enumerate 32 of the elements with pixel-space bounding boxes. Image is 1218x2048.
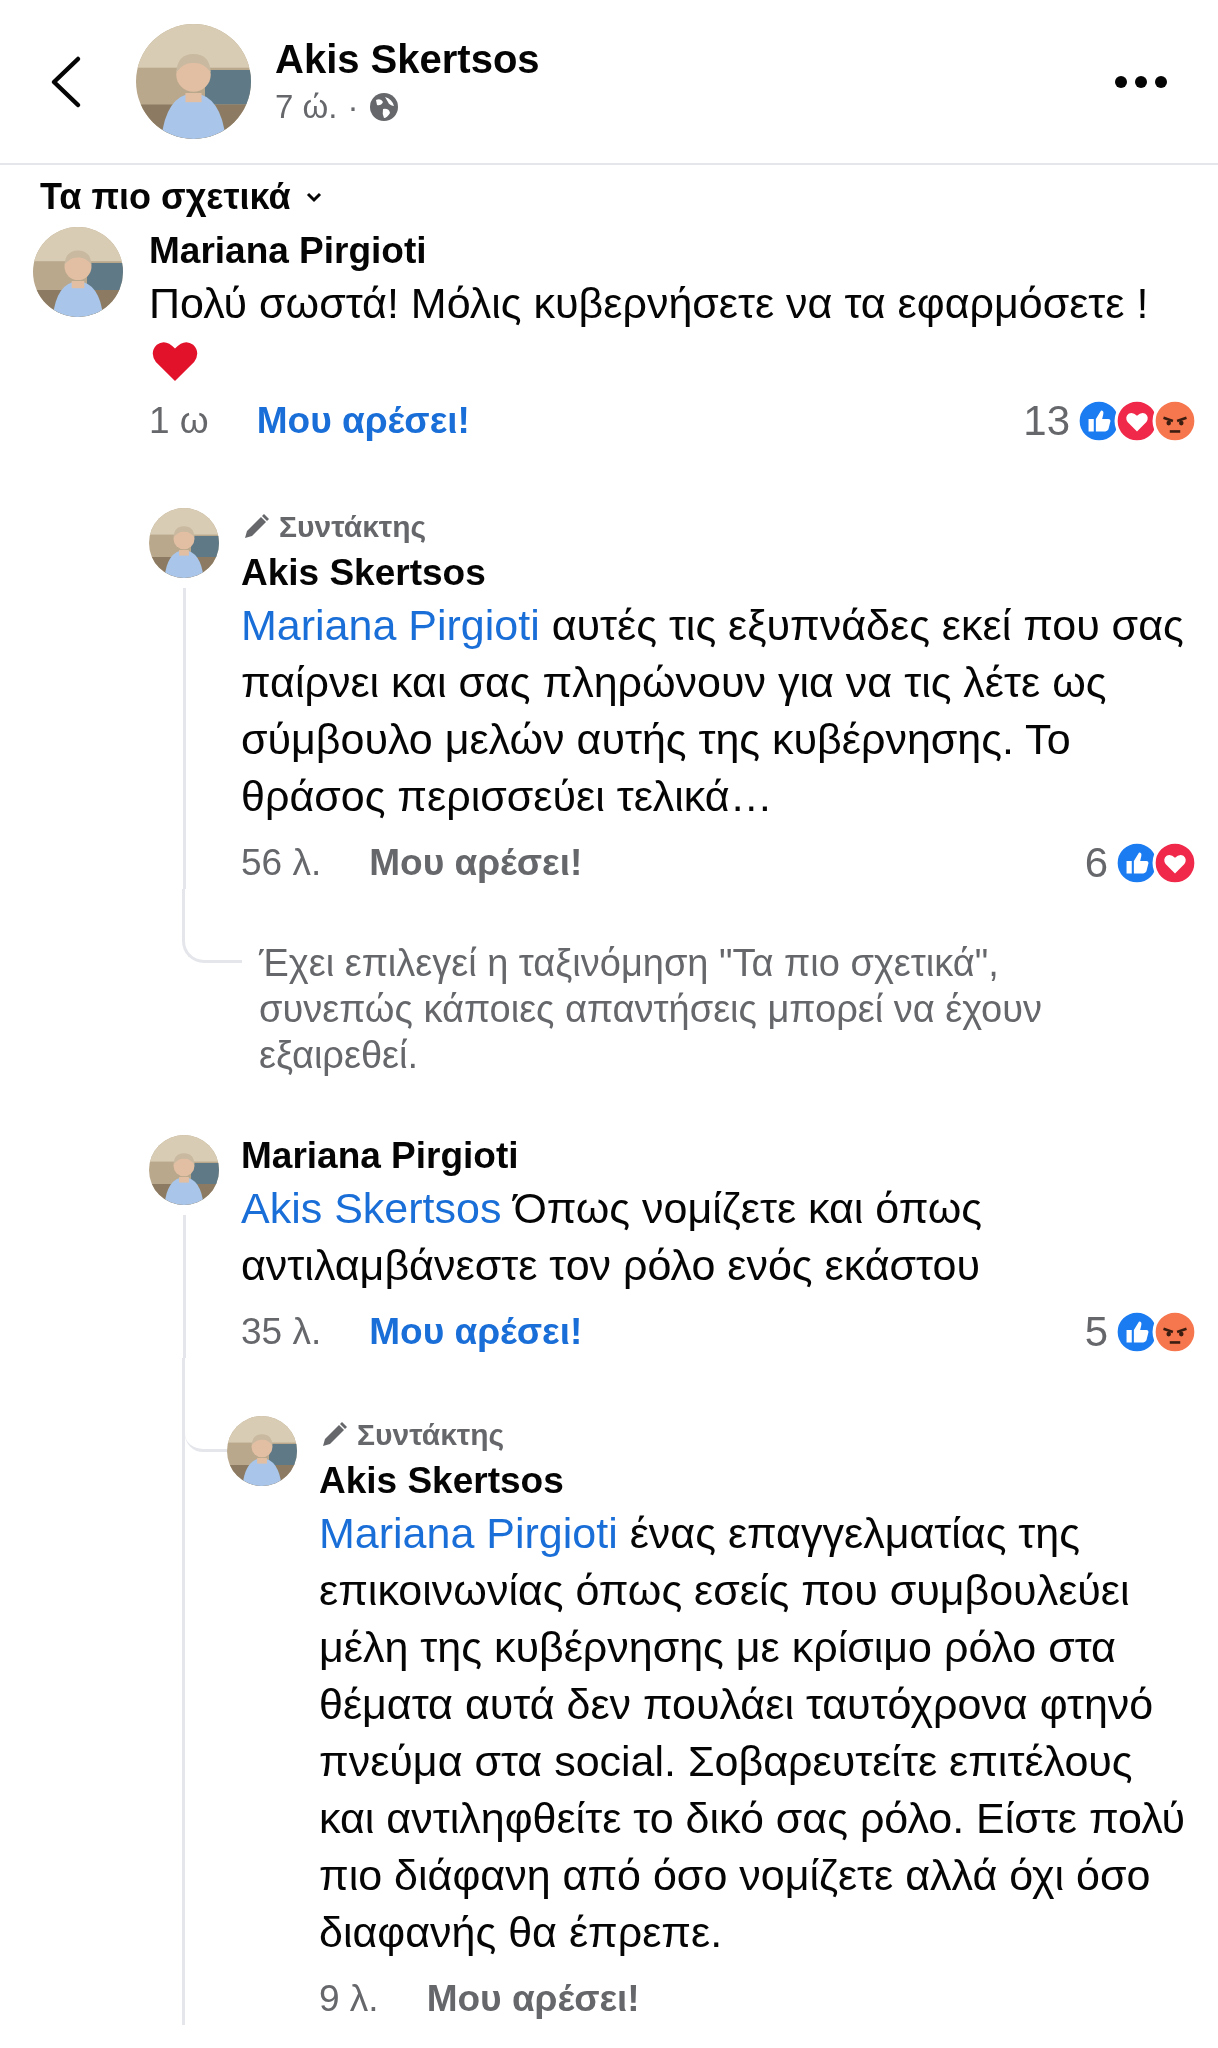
- like-link[interactable]: Μου αρέσει!: [369, 842, 583, 884]
- sort-dropdown[interactable]: Τα πιο σχετικά: [40, 176, 291, 218]
- globe-icon: [368, 91, 401, 123]
- mention-link[interactable]: Akis Skertsos: [241, 1184, 502, 1232]
- mention-link[interactable]: Mariana Pirgioti: [319, 1509, 618, 1557]
- mention-link[interactable]: Mariana Pirgioti: [241, 601, 540, 649]
- chevron-down-icon[interactable]: [304, 191, 323, 203]
- comment-time: 56 λ.: [241, 842, 322, 884]
- comment-text: Akis Skertsos Όπως νομίζετε και όπως αντιλαμβάνεστε τον ρόλο ενός εκάστου: [241, 1183, 983, 1291]
- comment-author[interactable]: Akis Skertsos: [319, 1457, 1198, 1505]
- comment-time: 35 λ.: [241, 1311, 322, 1353]
- reaction-count: 13: [1023, 397, 1070, 445]
- sorting-notice: Έχει επιλεγεί η ταξινόμηση "Τα πιο σχετικά", συνεπώς κάποιες απαντήσεις μπορεί να έχουν εξαιρεθεί.: [259, 941, 1043, 1078]
- like-link[interactable]: Μου αρέσει!: [256, 400, 470, 442]
- comment-time: 1 ω: [149, 400, 209, 442]
- comment-author[interactable]: Akis Skertsos: [241, 549, 1198, 597]
- comment-text: Πολύ σωστά! Μόλις κυβερνήσετε να τα εφαρμόσετε !: [149, 278, 1150, 329]
- comment-text: Mariana Pirgioti αυτές τις εξυπνάδες εκεί που σας παίρνει και σας πληρώνουν για να τις λέτε ως σύμβουλο μελών αυτής της κυβέρνησης. Το θράσος περισσεύει τελικά…: [241, 600, 1185, 822]
- like-link[interactable]: Μου αρέσει!: [426, 1978, 640, 2020]
- comment-author[interactable]: Mariana Pirgioti: [149, 227, 1198, 275]
- reaction-count: 5: [1084, 1308, 1108, 1356]
- author-label: Συντάκτης: [357, 1418, 505, 1452]
- comment-author[interactable]: Mariana Pirgioti: [241, 1132, 1198, 1180]
- comment-text: Mariana Pirgioti ένας επαγγελματίας της επικοινωνίας όπως εσείς που συμβουλεύει μέλη της κυβέρνησης με κρίσιμο ρόλο στα θέματα αυτά δεν πουλάει ταυτόχρονα φτηνό πνεύμα στα social. Σοβαρευτείτε επιτέλους και αντιληφθείτε το δικό σας ρόλο. Είστε πολύ πιο διάφανη από όσο νομίζετε αλλά όχι όσο διαφανής θα έπρεπε.: [319, 1508, 1187, 1958]
- meta-separator: ·: [347, 88, 359, 126]
- reaction-count: 6: [1084, 839, 1108, 887]
- post-time: 7 ώ.: [275, 88, 338, 126]
- like-link[interactable]: Μου αρέσει!: [369, 1311, 583, 1353]
- page-title[interactable]: Akis Skertsos: [275, 37, 540, 82]
- author-label: Συντάκτης: [279, 510, 427, 544]
- more-icon[interactable]: [1114, 74, 1168, 89]
- comment-time: 9 λ.: [319, 1978, 379, 2020]
